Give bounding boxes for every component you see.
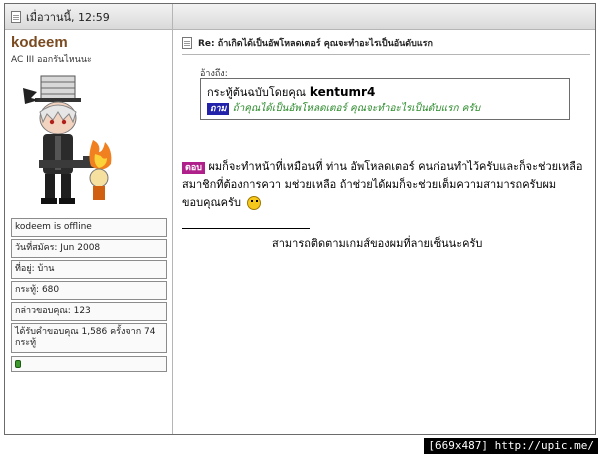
quote-text: ถ้าคุณได้เป็นอัพโหลดเตอร์ คุณจะทำอะไรเป็… (232, 103, 481, 114)
post-header-bar: เมื่อวานนี้, 12:59 (5, 4, 595, 30)
quote-box: กระทู้ต้นฉบับโดยคุณ kentumr4 ถาม ถ้าคุณได… (200, 78, 570, 120)
user-join-date-box: วันที่สมัคร: Jun 2008 (11, 239, 167, 258)
post-content: Re: ถ้าเกิดได้เป็นอัพโหลดเตอร์ คุณจะทำอะ… (174, 30, 595, 434)
title-divider (182, 54, 590, 55)
user-thanks-received: ได้รับคำขอบคุณ 1,586 ครั้งจาก 74 กระทู้ (15, 327, 156, 348)
thumbs-up-smiley-icon (247, 196, 262, 210)
user-posts-box: กระทู้: 680 (11, 281, 167, 300)
post-title-icon (182, 37, 192, 49)
user-thanks-given-box: กล่าวขอบคุณ: 123 (11, 302, 167, 321)
ask-tag: ถาม (207, 103, 230, 115)
post-title-row: Re: ถ้าเกิดได้เป็นอัพโหลดเตอร์ คุณจะทำอะ… (182, 36, 433, 50)
answer-block: ตอบ ผมก็จะทำหน้าที่เหมือนที่ ท่าน อัพโหล… (182, 158, 592, 212)
post-icon (11, 10, 21, 23)
signature-text: สามารถติดตามเกมส์ของผมที่ลายเซ็นนะครับ (272, 237, 483, 250)
user-join-date: วันที่สมัคร: Jun 2008 (15, 243, 101, 253)
user-location: ที่อยู่: บ้าน (15, 264, 55, 274)
post-title: Re: ถ้าเกิดได้เป็นอัพโหลดเตอร์ คุณจะทำอะ… (198, 39, 433, 49)
user-status-box: kodeem is offline (11, 218, 167, 237)
user-thanks-received-box: ได้รับคำขอบคุณ 1,586 ครั้งจาก 74 กระทู้ (11, 323, 167, 353)
user-post-count: กระทู้: 680 (15, 285, 60, 295)
post-frame: เมื่อวานนี้, 12:59 kodeem AC III ออกรันไ… (4, 3, 596, 435)
post-timestamp: เมื่อวานนี้, 12:59 (26, 10, 110, 24)
offline-status-icon (15, 360, 21, 368)
image-host-watermark: [669x487] http://upic.me/ (424, 438, 598, 454)
post-date-cell: เมื่อวานนี้, 12:59 (5, 4, 173, 29)
username-link[interactable]: kodeem (11, 34, 68, 51)
user-location-box: ที่อยู่: บ้าน (11, 260, 167, 279)
signature-divider (182, 228, 310, 229)
answer-text: ผมก็จะทำหน้าที่เหมือนที่ ท่าน อัพโหลดเตอ… (182, 160, 583, 209)
answer-tag: ตอบ (182, 162, 205, 174)
online-status-box (11, 356, 167, 372)
quote-by-prefix: กระทู้ต้นฉบับโดยคุณ (207, 86, 306, 99)
user-status: kodeem is offline (15, 222, 92, 232)
user-title: AC III ออกรันไหนนะ (11, 55, 92, 65)
user-avatar[interactable] (11, 70, 121, 215)
user-thanks-given: กล่าวขอบคุณ: 123 (15, 306, 91, 316)
quote-author[interactable]: kentumr4 (310, 85, 375, 99)
user-sidebar: kodeem AC III ออกรันไหนนะ kodeem is offl… (5, 30, 173, 434)
quote-attribution: กระทู้ต้นฉบับโดยคุณ kentumr4 (207, 83, 375, 101)
quote-line: ถาม ถ้าคุณได้เป็นอัพโหลดเตอร์ คุณจะทำอะไ… (207, 101, 480, 116)
